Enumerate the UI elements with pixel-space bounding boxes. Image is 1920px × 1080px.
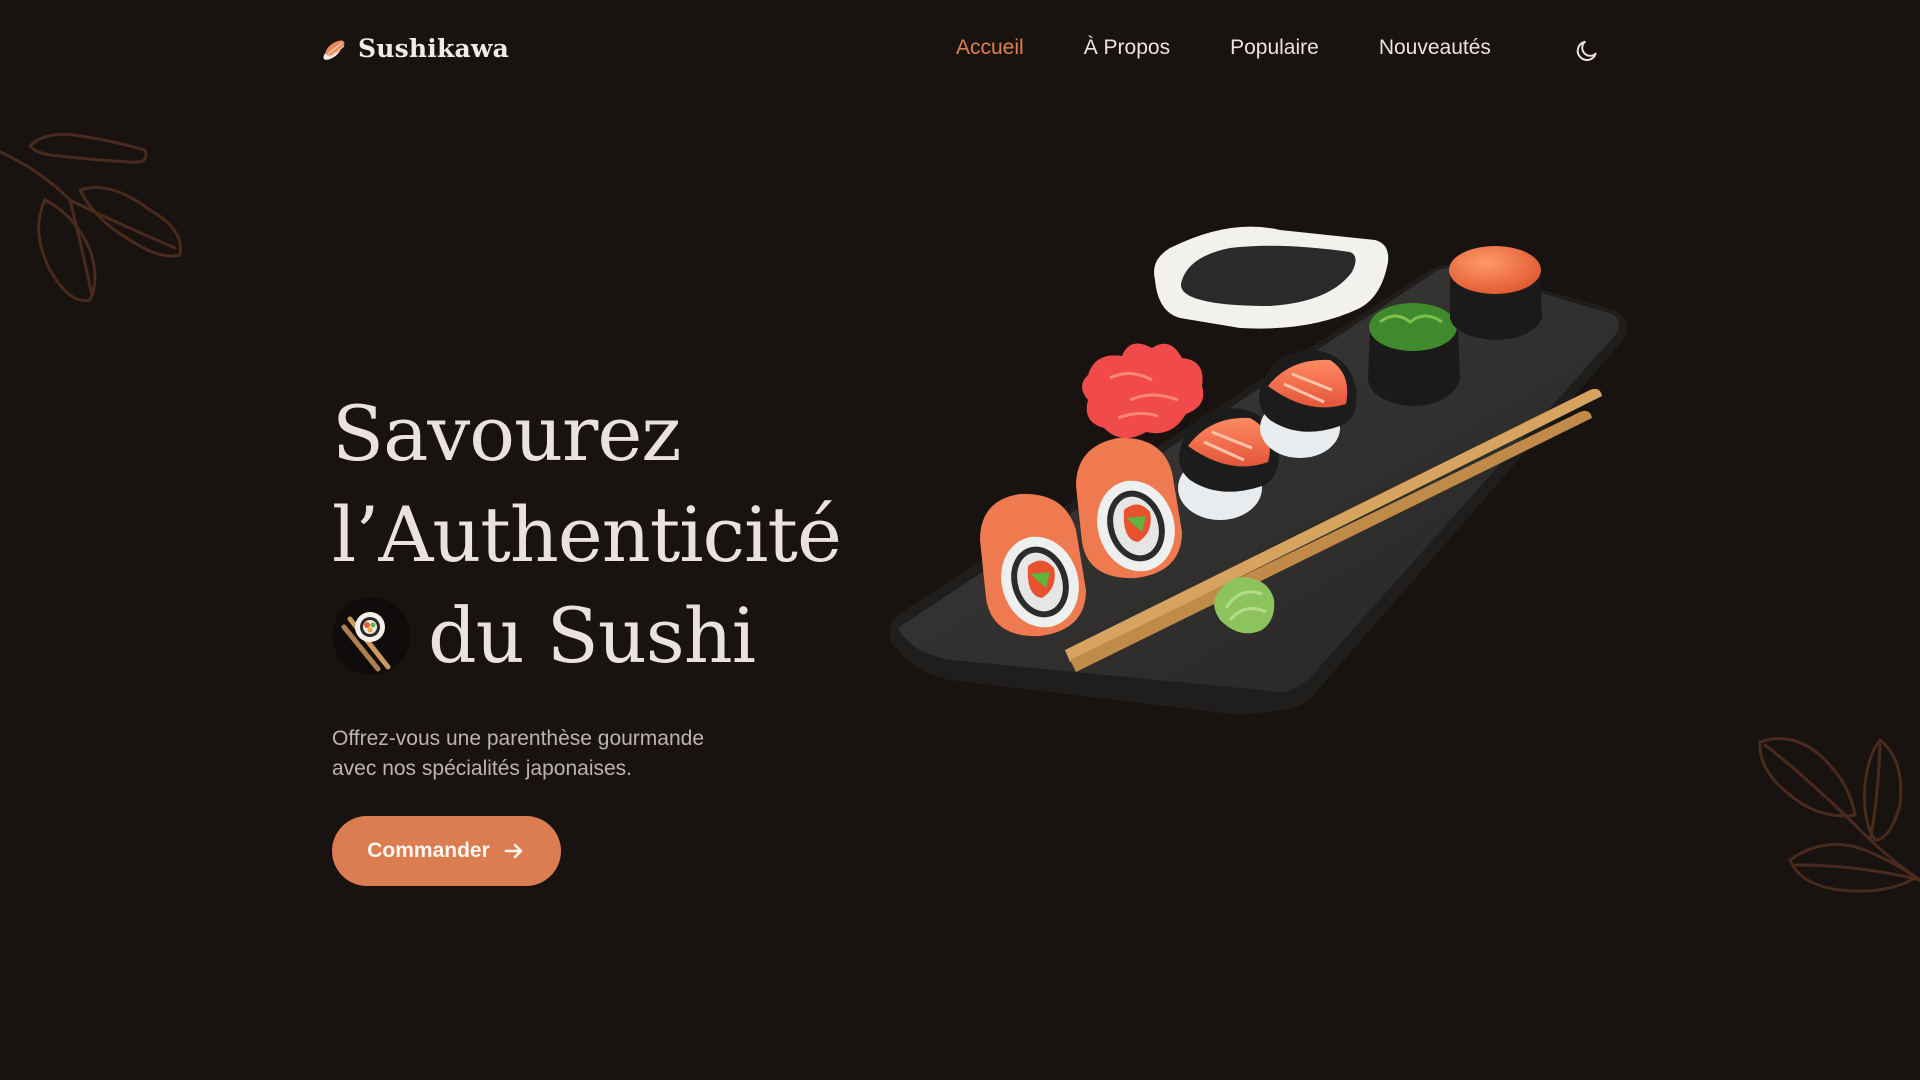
moon-icon [1576,40,1597,61]
hero-title-line-2: l’Authenticité [332,490,842,579]
main-nav: Accueil À Propos Populaire Nouveautés [956,36,1551,60]
hero-title-line-1: Savourez [332,389,681,478]
theme-toggle-button[interactable] [1574,38,1600,64]
logo[interactable]: Sushikawa [320,34,509,63]
nav-link-populaire[interactable]: Populaire [1230,36,1319,60]
decorative-leaf-right [1758,737,1920,893]
nav-link-nouveautes[interactable]: Nouveautés [1379,36,1491,60]
arrow-right-icon [504,843,523,859]
hero-subtitle: Offrez-vous une parenthèse gourmande ave… [332,727,705,780]
sushi-nigiri-icon [323,39,345,60]
sushi-plate-illustration [890,226,1627,715]
logo-text: Sushikawa [358,34,510,63]
sushi-chopsticks-icon [332,596,410,675]
nav-link-a-propos[interactable]: À Propos [1084,36,1170,60]
hero-title-line-3-text: du Sushi [428,591,756,680]
decorative-leaf-left [0,132,183,303]
nav-link-accueil[interactable]: Accueil [956,36,1024,60]
site-header: Sushikawa Accueil À Propos Populaire Nou… [0,0,1920,100]
hero-title: Savourez l’Authenticité du Sushi [332,383,842,686]
order-button-label: Commander [367,839,490,862]
hero-title-line-3: du Sushi [332,585,841,686]
order-button[interactable]: Commander [332,816,561,886]
